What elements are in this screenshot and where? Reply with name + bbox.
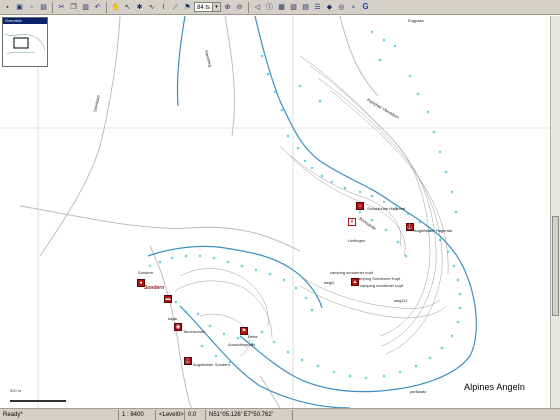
status-scale: 1 : 8400 xyxy=(118,409,155,420)
label-angelfahrer-sondern: Angelfahrer Sondern xyxy=(193,362,230,367)
print-icon[interactable]: ▤ xyxy=(38,1,49,13)
search-icon[interactable]: ⌕ xyxy=(348,1,359,13)
poi-kajak-marker[interactable]: ▬ xyxy=(164,295,172,303)
save-icon[interactable]: ▫ xyxy=(26,1,37,13)
cut-icon[interactable]: ✂ xyxy=(56,1,67,13)
map-canvas[interactable]: Engpass Steinkarp Kleinberg Parkplatz Ob… xyxy=(0,16,550,408)
globe-icon[interactable]: ◎ xyxy=(336,1,347,13)
zoom-combo[interactable]: 84 ts ▾ xyxy=(194,2,221,12)
zoom-value: 84 ts xyxy=(197,5,211,11)
scrollbar-thumb[interactable] xyxy=(552,216,559,316)
status-ready: Ready* xyxy=(3,411,23,418)
chevron-down-icon[interactable]: ▾ xyxy=(212,3,220,11)
status-coordinates: N51°05.126' E7°50.762' xyxy=(205,409,292,420)
list-icon[interactable]: ☰ xyxy=(312,1,323,13)
map-drawing xyxy=(0,16,550,408)
paste-icon[interactable]: ▥ xyxy=(80,1,91,13)
poi-sondern-marker[interactable]: ● xyxy=(137,279,145,287)
label-schutzhuette: Schutzhütte Hagental xyxy=(367,206,406,211)
scale-bar-graphic xyxy=(10,400,66,402)
label-angelfahrer: Angelfahrer Hagental xyxy=(414,228,452,233)
poi-angelfahrer-marker[interactable]: ⚓ xyxy=(406,223,414,231)
table-icon[interactable]: ▤ xyxy=(300,1,311,13)
label-hebe: Hebe xyxy=(248,334,258,339)
zoom-in-icon[interactable]: ⊕ xyxy=(222,1,233,13)
label-tauchschule: Tauchschule xyxy=(183,329,206,334)
marker-icon[interactable]: ◆ xyxy=(324,1,335,13)
toolbar-separator xyxy=(52,1,53,13)
waypoint-icon[interactable]: ✱ xyxy=(134,1,145,13)
label-sondern: Sondern xyxy=(144,285,165,291)
hand-icon[interactable]: ✋ xyxy=(110,1,121,13)
label-kajak: kajak xyxy=(168,316,178,321)
map-water xyxy=(147,16,477,393)
vertical-scrollbar[interactable] xyxy=(550,16,560,408)
status-empty xyxy=(292,409,560,420)
undo-icon[interactable]: ↶ xyxy=(92,1,103,13)
label-engpass: Engpass xyxy=(408,18,424,23)
label-weg12: wegl2 xyxy=(324,280,335,285)
overview-panel[interactable]: Overview xyxy=(2,17,48,67)
label-camping2: camping Sonderner Kopf xyxy=(356,276,401,281)
flag-icon[interactable]: ⚑ xyxy=(182,1,193,13)
status-value: 0.0 xyxy=(184,409,205,420)
g-icon[interactable]: G xyxy=(360,1,371,13)
map-vegetation xyxy=(148,30,462,380)
status-bar: Ready* 1 : 8400 <Level0> 0.0 N51°05.126'… xyxy=(0,408,560,420)
status-level: <Level0> xyxy=(155,409,184,420)
new-icon[interactable]: ▪ xyxy=(2,1,13,13)
label-camping3: camping sonderner kopf xyxy=(360,283,403,288)
track-icon[interactable]: ⌇ xyxy=(158,1,169,13)
label-camping1: camping sonderner kopf xyxy=(330,270,373,275)
pointer-icon[interactable]: ↖ xyxy=(122,1,133,13)
scale-label: 500 m xyxy=(10,388,22,393)
scale-bar: 500 m xyxy=(10,388,66,405)
toolbar-separator xyxy=(248,1,249,13)
info-icon[interactable]: ⓘ xyxy=(264,1,275,13)
label-parkplatz-small: parkplatz xyxy=(410,389,427,394)
label-aussichtspunkt: Aussichtspunkt xyxy=(228,342,255,347)
watermark-text: Alpines Angeln xyxy=(464,382,525,392)
poi-hebe-marker[interactable]: ⚑ xyxy=(240,327,248,335)
overview-map xyxy=(4,33,46,55)
back-icon[interactable]: ◁ xyxy=(252,1,263,13)
ruler-icon[interactable]: ⟋ xyxy=(170,1,181,13)
grid-icon[interactable]: ▦ xyxy=(276,1,287,13)
layer-icon[interactable]: ▧ xyxy=(288,1,299,13)
map-roads xyxy=(19,16,379,408)
copy-icon[interactable]: ❐ xyxy=(68,1,79,13)
route-icon[interactable]: ∿ xyxy=(146,1,157,13)
poi-tauchschule-marker[interactable]: ◉ xyxy=(174,323,182,331)
toolbar-separator xyxy=(106,1,107,13)
poi-bootsstelle-marker[interactable]: Ⅱ xyxy=(348,218,356,226)
poi-schutzhuette-marker[interactable]: ⌂ xyxy=(356,202,364,210)
toolbar: ▪ ▣ ▫ ▤ ✂ ❐ ▥ ↶ ✋ ↖ ✱ ∿ ⌇ ⟋ ⚑ 84 ts ▾ ⊕ … xyxy=(0,0,560,15)
map-grid xyxy=(0,16,550,408)
overview-viewport-rect[interactable] xyxy=(13,37,29,49)
open-icon[interactable]: ▣ xyxy=(14,1,25,13)
poi-camping-marker[interactable]: ▲ xyxy=(351,278,359,286)
label-lintlingen: Lintlingen xyxy=(348,238,366,243)
poi-angelfahrer-sondern-marker[interactable]: ⚓ xyxy=(184,357,192,365)
label-weg111: weg111 xyxy=(394,298,408,303)
label-sondern-small: Sondern xyxy=(138,270,154,275)
zoom-out-icon[interactable]: ⊖ xyxy=(234,1,245,13)
